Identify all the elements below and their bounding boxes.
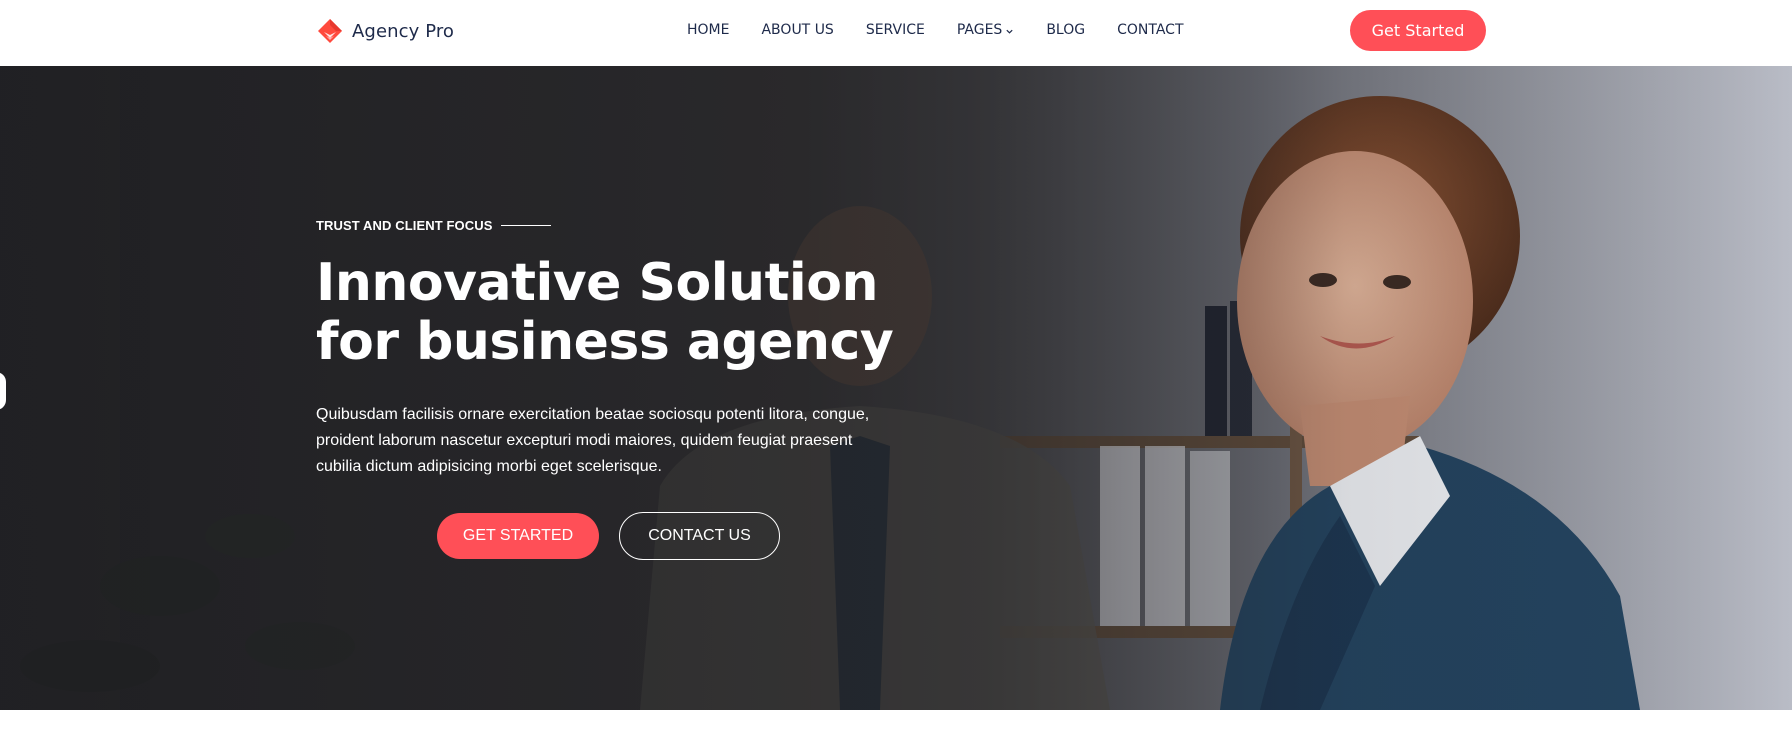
brand-name: Agency Pro	[352, 20, 455, 42]
nav-blog[interactable]: BLOG	[1046, 22, 1085, 38]
hero-contact-us-button[interactable]: CONTACT US	[619, 512, 780, 560]
hero-get-started-button[interactable]: GET STARTED	[437, 513, 599, 559]
nav-service[interactable]: SERVICE	[866, 22, 925, 38]
hero-description: Quibusdam facilisis ornare exercitation …	[316, 406, 870, 475]
brand-logo[interactable]: Agency Pro	[317, 18, 454, 44]
diamond-logo-icon	[318, 19, 342, 43]
site-header: Agency Pro HOME ABOUT US SERVICE PAGES B…	[0, 0, 1792, 66]
nav-service-label: SERVICE	[865, 22, 925, 38]
nav-blog-label: BLOG	[1046, 22, 1086, 38]
chevron-down-icon	[1006, 29, 1013, 34]
nav-contact[interactable]: CONTACT	[1117, 22, 1183, 38]
nav-about-us-label: ABOUT US	[761, 22, 834, 38]
hero-title: Innovative Solution for business agency	[316, 253, 894, 372]
nav-home[interactable]: HOME	[687, 22, 729, 38]
hero-eyebrow-text: TRUST AND CLIENT FOCUS	[316, 218, 493, 233]
nav-about-us[interactable]: ABOUT US	[761, 22, 833, 38]
nav-contact-label: CONTACT	[1117, 22, 1184, 38]
page-below-hero	[0, 710, 1792, 741]
hero-eyebrow: TRUST AND CLIENT FOCUS	[316, 218, 551, 233]
nav-pages[interactable]: PAGES	[957, 22, 1014, 38]
header-get-started-button[interactable]: Get Started	[1350, 10, 1486, 51]
eyebrow-divider	[500, 225, 551, 226]
hero-content: TRUST AND CLIENT FOCUS Innovative Soluti…	[316, 66, 1016, 710]
main-nav: HOME ABOUT US SERVICE PAGES BLOG CONTACT	[687, 0, 1184, 60]
nav-home-label: HOME	[687, 22, 730, 38]
hero-section: TRUST AND CLIENT FOCUS Innovative Soluti…	[0, 66, 1792, 710]
nav-pages-label: PAGES	[956, 22, 1003, 38]
